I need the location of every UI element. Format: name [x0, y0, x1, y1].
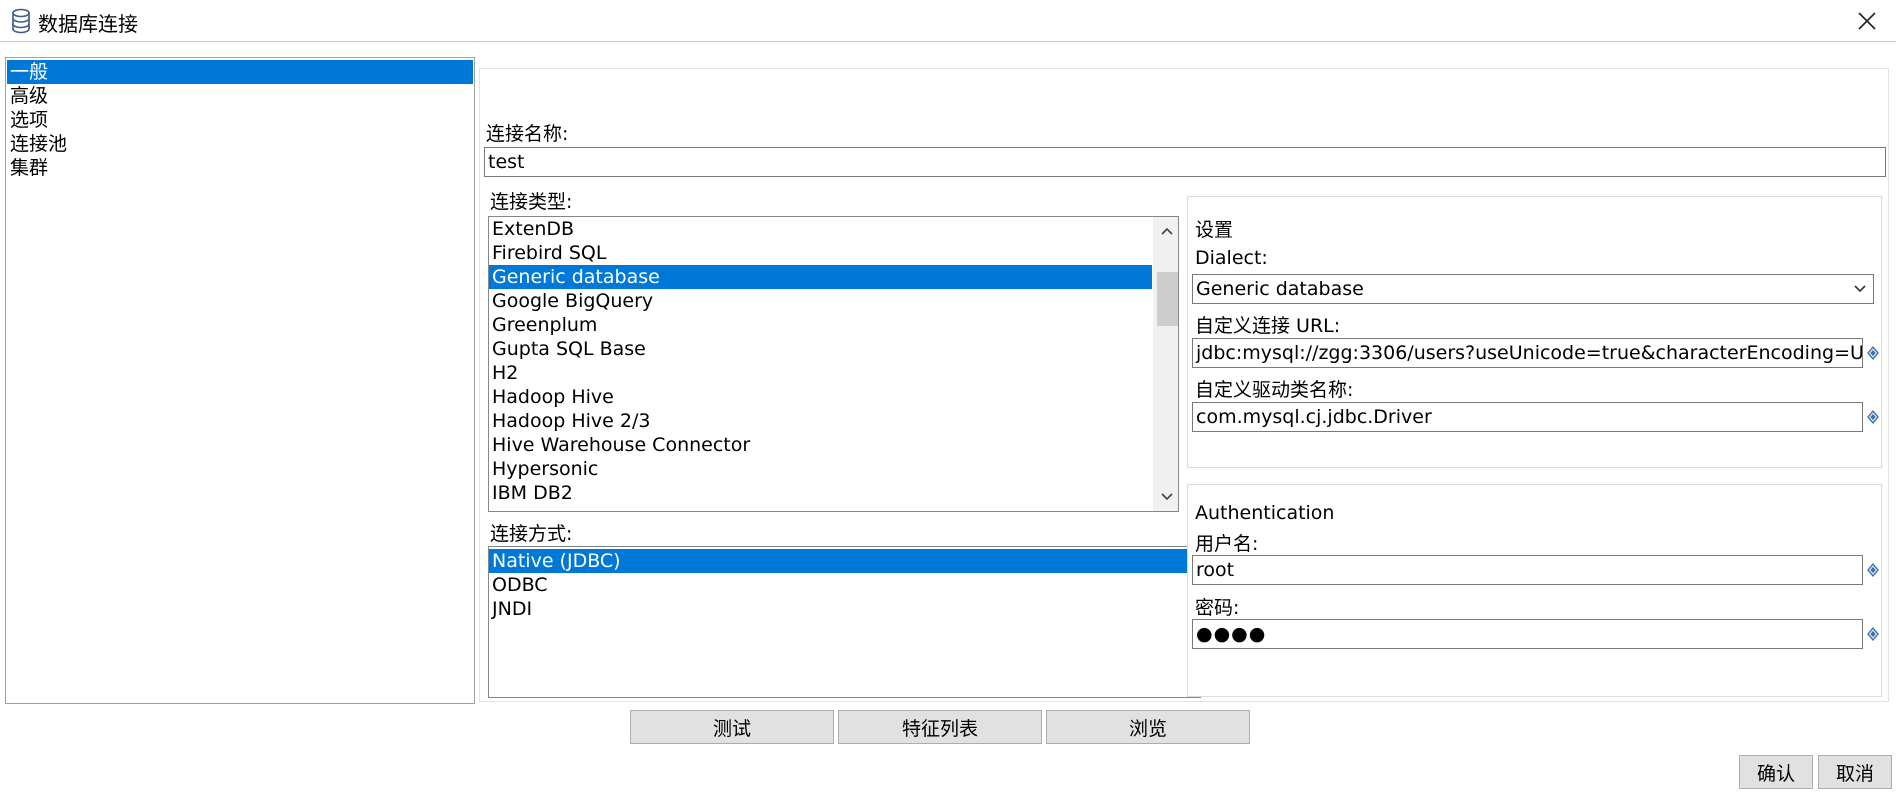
nav-item-advanced[interactable]: 高级	[7, 84, 473, 108]
test-button[interactable]: 测试	[630, 710, 834, 744]
connection-name-label: 连接名称:	[486, 123, 569, 145]
list-item[interactable]: Gupta SQL Base	[489, 337, 1178, 361]
list-item[interactable]: Hadoop Hive	[489, 385, 1178, 409]
nav-item-general[interactable]: 一般	[7, 60, 473, 84]
feature-list-button[interactable]: 特征列表	[838, 710, 1042, 744]
general-settings-panel: 连接名称: test 连接类型: ExtenDB Firebird SQL Ge…	[479, 68, 1889, 702]
scroll-thumb[interactable]	[1157, 272, 1178, 326]
settings-nav-list[interactable]: 一般 高级 选项 连接池 集群	[5, 57, 475, 704]
custom-url-field[interactable]: jdbc:mysql://zgg:3306/users?useUnicode=t…	[1192, 338, 1863, 368]
username-label: 用户名:	[1195, 533, 1259, 555]
connection-type-label: 连接类型:	[490, 191, 573, 213]
close-button[interactable]	[1852, 6, 1882, 36]
username-field[interactable]: root	[1192, 555, 1863, 585]
variable-icon[interactable]	[1867, 410, 1879, 424]
authentication-group: Authentication 用户名: root 密码: ●●●●	[1187, 484, 1882, 697]
chevron-up-icon	[1160, 227, 1173, 235]
password-label: 密码:	[1195, 597, 1240, 619]
list-item[interactable]: Greenplum	[489, 313, 1178, 337]
title-bar: 数据库连接	[0, 0, 1896, 42]
authentication-group-title: Authentication	[1195, 502, 1335, 524]
list-item[interactable]: Native (JDBC)	[489, 549, 1200, 573]
custom-driver-label: 自定义驱动类名称:	[1195, 379, 1354, 401]
custom-driver-field[interactable]: com.mysql.cj.jdbc.Driver	[1192, 402, 1863, 432]
list-item[interactable]: Hypersonic	[489, 457, 1178, 481]
explore-button[interactable]: 浏览	[1046, 710, 1250, 744]
scroll-down-button[interactable]	[1154, 485, 1178, 509]
dialect-dropdown-button[interactable]	[1847, 275, 1873, 303]
connection-type-list[interactable]: ExtenDB Firebird SQL Generic database Go…	[488, 216, 1179, 512]
chevron-down-icon	[1160, 493, 1173, 501]
variable-icon[interactable]	[1867, 563, 1879, 577]
variable-icon[interactable]	[1867, 627, 1879, 641]
list-item[interactable]: ExtenDB	[489, 217, 1178, 241]
nav-item-pooling[interactable]: 连接池	[7, 132, 473, 156]
dialect-label: Dialect:	[1195, 247, 1268, 269]
database-icon	[12, 8, 30, 34]
ok-button[interactable]: 确认	[1739, 755, 1813, 789]
settings-group: 设置 Dialect: Generic database 自定义连接 URL: …	[1187, 196, 1882, 468]
list-item[interactable]: Hadoop Hive 2/3	[489, 409, 1178, 433]
scroll-up-button[interactable]	[1154, 219, 1178, 243]
connection-type-scrollbar[interactable]	[1153, 217, 1178, 511]
close-icon	[1858, 12, 1876, 30]
list-item[interactable]: IBM DB2	[489, 481, 1178, 505]
list-item[interactable]: H2	[489, 361, 1178, 385]
list-item[interactable]: Firebird SQL	[489, 241, 1178, 265]
list-item[interactable]: Generic database	[489, 265, 1152, 289]
access-method-list[interactable]: Native (JDBC) ODBC JNDI	[488, 546, 1201, 698]
list-item[interactable]: JNDI	[489, 597, 1200, 621]
window-title: 数据库连接	[38, 12, 138, 36]
chevron-down-icon	[1854, 285, 1866, 293]
nav-item-clustering[interactable]: 集群	[7, 156, 473, 180]
settings-group-title: 设置	[1195, 219, 1234, 241]
dialect-select[interactable]: Generic database	[1192, 274, 1874, 304]
custom-url-label: 自定义连接 URL:	[1195, 315, 1341, 337]
password-field[interactable]: ●●●●	[1192, 619, 1863, 649]
list-item[interactable]: ODBC	[489, 573, 1200, 597]
access-method-label: 连接方式:	[490, 523, 573, 545]
connection-name-field[interactable]: test	[484, 147, 1886, 177]
dialect-value: Generic database	[1196, 278, 1364, 300]
variable-icon[interactable]	[1867, 346, 1879, 360]
cancel-button[interactable]: 取消	[1818, 755, 1892, 789]
list-item[interactable]: Hive Warehouse Connector	[489, 433, 1178, 457]
list-item[interactable]: Google BigQuery	[489, 289, 1178, 313]
nav-item-options[interactable]: 选项	[7, 108, 473, 132]
